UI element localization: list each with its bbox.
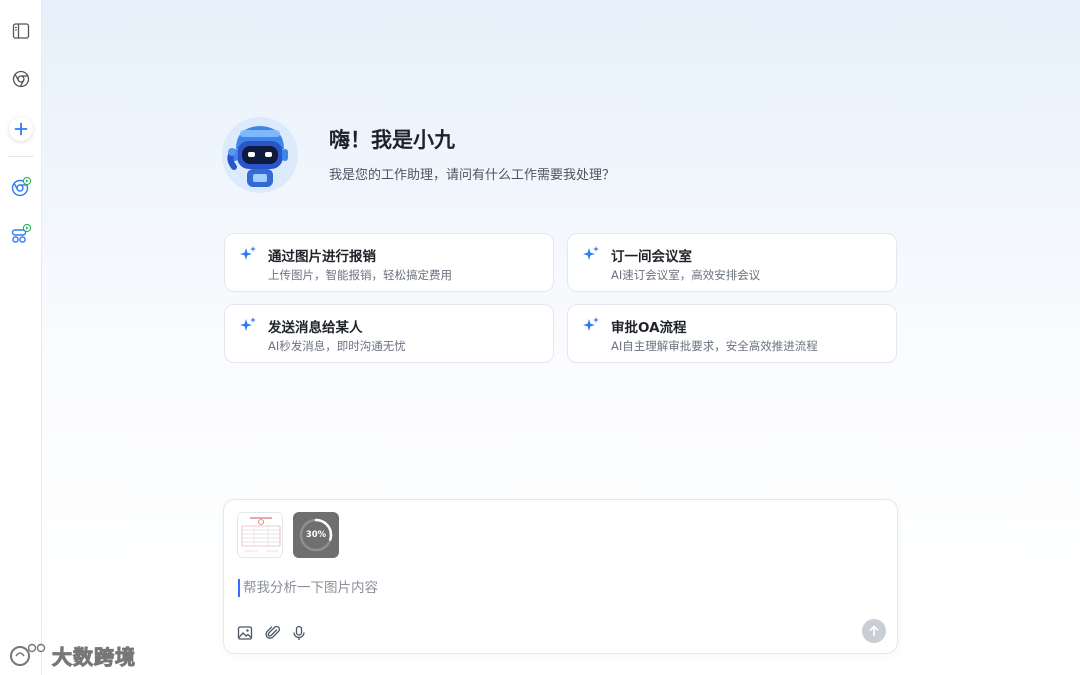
sidebar-divider — [8, 156, 34, 157]
plus-icon — [14, 122, 27, 135]
card-subtitle: AI速订会议室，高效安排会议 — [611, 268, 761, 282]
ai-browser-icon — [11, 176, 31, 196]
chrome-icon — [12, 70, 29, 87]
sidebar — [0, 0, 42, 675]
attach-file-button[interactable] — [264, 624, 282, 642]
attachment-thumbnail-document[interactable] — [237, 512, 283, 558]
card-subtitle: 上传图片，智能报销，轻松搞定费用 — [268, 268, 452, 282]
ai-browser-button[interactable] — [8, 174, 33, 199]
suggestion-card-reimburse[interactable]: 通过图片进行报销 上传图片，智能报销，轻松搞定费用 — [224, 233, 554, 292]
microphone-icon — [293, 625, 305, 640]
page-subtitle: 我是您的工作助理，请问有什么工作需要我处理？ — [329, 168, 616, 183]
attachment-upload-progress[interactable]: 30% — [293, 512, 339, 558]
sidebar-toggle-icon — [12, 22, 29, 39]
card-subtitle: AI秒发消息，即时沟通无忧 — [268, 339, 406, 353]
browser-button[interactable] — [8, 66, 33, 91]
message-input[interactable]: 帮我分析一下图片内容 — [238, 579, 378, 597]
upload-progress-label: 30% — [305, 530, 327, 540]
voice-input-button[interactable] — [290, 624, 308, 642]
paperclip-icon — [265, 625, 281, 639]
sparkle-icon — [583, 246, 599, 260]
image-upload-button[interactable] — [236, 624, 254, 642]
sparkle-icon — [240, 317, 256, 331]
suggestion-card-oa-approval[interactable]: 审批OA流程 AI自主理解审批要求，安全高效推进流程 — [567, 304, 897, 363]
page-title: 嗨！我是小九 — [329, 128, 455, 152]
card-title: 发送消息给某人 — [268, 320, 363, 336]
suggestion-card-send-message[interactable]: 发送消息给某人 AI秒发消息，即时沟通无忧 — [224, 304, 554, 363]
send-button[interactable] — [862, 619, 886, 643]
sparkle-icon — [240, 246, 256, 260]
watermark-logo-icon — [10, 643, 46, 666]
suggestion-card-meeting-room[interactable]: 订一间会议室 AI速订会议室，高效安排会议 — [567, 233, 897, 292]
image-icon — [237, 626, 253, 640]
new-chat-button[interactable] — [8, 116, 33, 141]
card-title: 订一间会议室 — [611, 249, 692, 265]
ai-workflow-button[interactable] — [8, 221, 33, 246]
watermark: 大数跨境 — [8, 640, 136, 670]
arrow-up-icon — [869, 625, 879, 637]
card-title: 通过图片进行报销 — [268, 249, 376, 265]
chat-composer[interactable]: 30% 帮我分析一下图片内容 — [223, 499, 898, 654]
assistant-avatar — [222, 117, 298, 193]
robot-mascot-icon — [222, 117, 298, 193]
watermark-text: 大数跨境 — [52, 644, 136, 669]
sparkle-icon — [583, 317, 599, 331]
sidebar-toggle-button[interactable] — [8, 18, 33, 43]
ai-workflow-icon — [11, 223, 31, 243]
card-title: 审批OA流程 — [611, 320, 687, 336]
card-subtitle: AI自主理解审批要求，安全高效推进流程 — [611, 339, 818, 353]
document-preview-icon — [238, 513, 282, 557]
